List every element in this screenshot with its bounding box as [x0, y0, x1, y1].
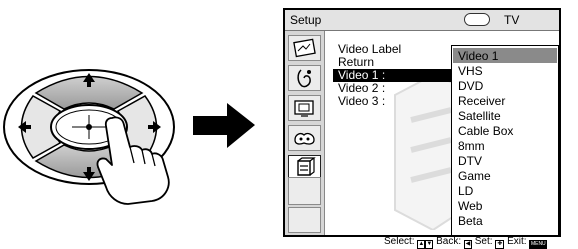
- dropdown-option[interactable]: 8mm: [458, 139, 485, 153]
- channel-icon: [294, 133, 315, 145]
- sidebar-item-blank: [288, 177, 321, 205]
- dropdown-option[interactable]: DVD: [458, 79, 483, 93]
- sound-icon: [297, 69, 311, 88]
- dropdown-option[interactable]: Web: [458, 199, 482, 213]
- input-indicator-icon: [464, 13, 490, 26]
- dropdown-option[interactable]: LD: [458, 184, 473, 198]
- left-key-icon: ◀: [463, 240, 472, 249]
- down-key-icon: ▼: [425, 240, 434, 249]
- dropdown-option[interactable]: DTV: [458, 154, 482, 168]
- dropdown-option[interactable]: Satellite: [458, 109, 501, 123]
- menu-item-video3[interactable]: Video 3 :: [338, 95, 385, 108]
- up-key-icon: ▲: [417, 240, 426, 249]
- sidebar-item-sound[interactable]: [288, 65, 321, 91]
- sidebar-item-blank: [288, 207, 321, 233]
- remote-control-illustration: [0, 55, 175, 205]
- title-bar: Setup TV: [285, 10, 559, 31]
- set-key-icon: ✚: [495, 240, 505, 249]
- sidebar-item-channel[interactable]: [288, 125, 321, 151]
- page-title: Setup: [290, 13, 322, 27]
- screen-icon: [294, 100, 314, 117]
- sidebar: [285, 31, 325, 235]
- label-dropdown-list[interactable]: Video 1 VHS DVD Receiver Satellite Cable…: [451, 45, 559, 236]
- right-arrow-icon: [193, 103, 255, 148]
- dropdown-option[interactable]: Game: [458, 169, 491, 183]
- key-guide: Select: ▲ ▼ Back: ◀ Set: ✚ Exit: MENU: [384, 236, 548, 249]
- dropdown-option[interactable]: Video 1: [458, 49, 498, 63]
- picture-icon: [293, 38, 316, 58]
- status-bar: Select: ▲ ▼ Back: ◀ Set: ✚ Exit: MENU: [285, 235, 559, 249]
- dropdown-option[interactable]: Receiver: [458, 94, 505, 108]
- dropdown-option[interactable]: Cable Box: [458, 124, 513, 138]
- dropdown-option[interactable]: Beta: [458, 214, 483, 228]
- sidebar-item-screen[interactable]: [288, 95, 321, 121]
- sidebar-item-picture[interactable]: [288, 35, 321, 61]
- tv-screen: Setup TV Video Label Return Video 1: Vi…: [283, 8, 561, 249]
- dropdown-option[interactable]: VHS: [458, 64, 483, 78]
- menu-key-icon: MENU: [529, 240, 548, 249]
- input-label: TV: [504, 13, 520, 27]
